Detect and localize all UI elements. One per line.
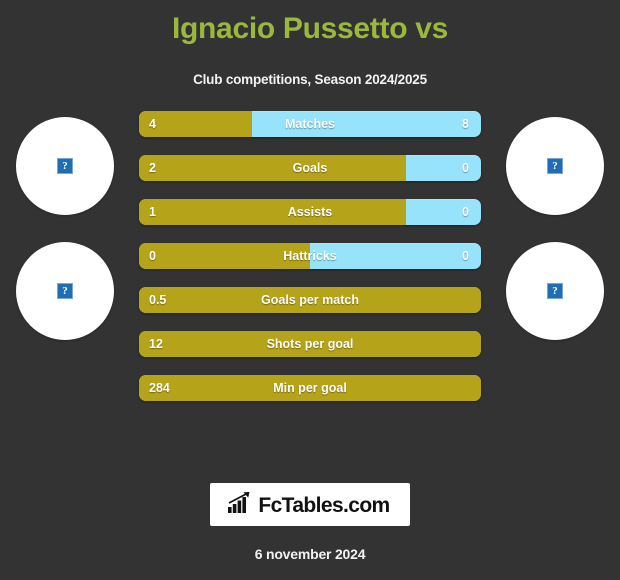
fctables-logo[interactable]: FcTables.com [210, 483, 410, 526]
page-title: Ignacio Pussetto vs [171, 12, 449, 45]
stat-bar-row: 4 Matches 8 [139, 111, 481, 137]
comparison-body: ? ? ? ? 4 Matches 8 2 Goals 0 1 Assists 0 0 Hattri… [0, 111, 620, 441]
page-footer: FcTables.com 6 november 2024 [0, 483, 620, 580]
stat-label: Goals per match [261, 293, 359, 307]
stat-label: Hattricks [283, 249, 337, 263]
stat-bar-row: 1 Assists 0 [139, 199, 481, 225]
away-team-badge-2: ? [506, 242, 604, 340]
stat-away-value: 8 [462, 117, 469, 131]
stat-away-value: 0 [462, 205, 469, 219]
footer-date: 6 november 2024 [254, 546, 366, 562]
stat-label: Shots per goal [266, 337, 354, 351]
bar-chart-growth-icon [228, 492, 252, 518]
broken-image-icon: ? [547, 158, 563, 174]
stat-bar-row: 2 Goals 0 [139, 155, 481, 181]
fctables-logo-text: FcTables.com [258, 493, 390, 517]
broken-image-icon: ? [547, 283, 563, 299]
broken-image-icon: ? [57, 158, 73, 174]
away-team-badge-1: ? [506, 117, 604, 215]
stat-bar-row: 284 Min per goal [139, 375, 481, 401]
stat-away-value: 0 [462, 161, 469, 175]
page-header: Ignacio Pussetto vs Club competitions, S… [0, 0, 620, 87]
stat-label: Goals [292, 161, 328, 175]
stat-bar-list: 4 Matches 8 2 Goals 0 1 Assists 0 0 Hattricks 0 0.5 G… [139, 111, 481, 401]
stat-bar-row: 0.5 Goals per match [139, 287, 481, 313]
home-team-badge-1: ? [16, 117, 114, 215]
page-subtitle: Club competitions, Season 2024/2025 [193, 72, 427, 87]
stat-label: Min per goal [273, 381, 347, 395]
home-team-badge-2: ? [16, 242, 114, 340]
broken-image-icon: ? [57, 283, 73, 299]
stat-label: Matches [284, 117, 336, 131]
stat-label: Assists [287, 205, 333, 219]
stat-bar-row: 0 Hattricks 0 [139, 243, 481, 269]
stat-away-value: 0 [462, 249, 469, 263]
stat-bar-row: 12 Shots per goal [139, 331, 481, 357]
